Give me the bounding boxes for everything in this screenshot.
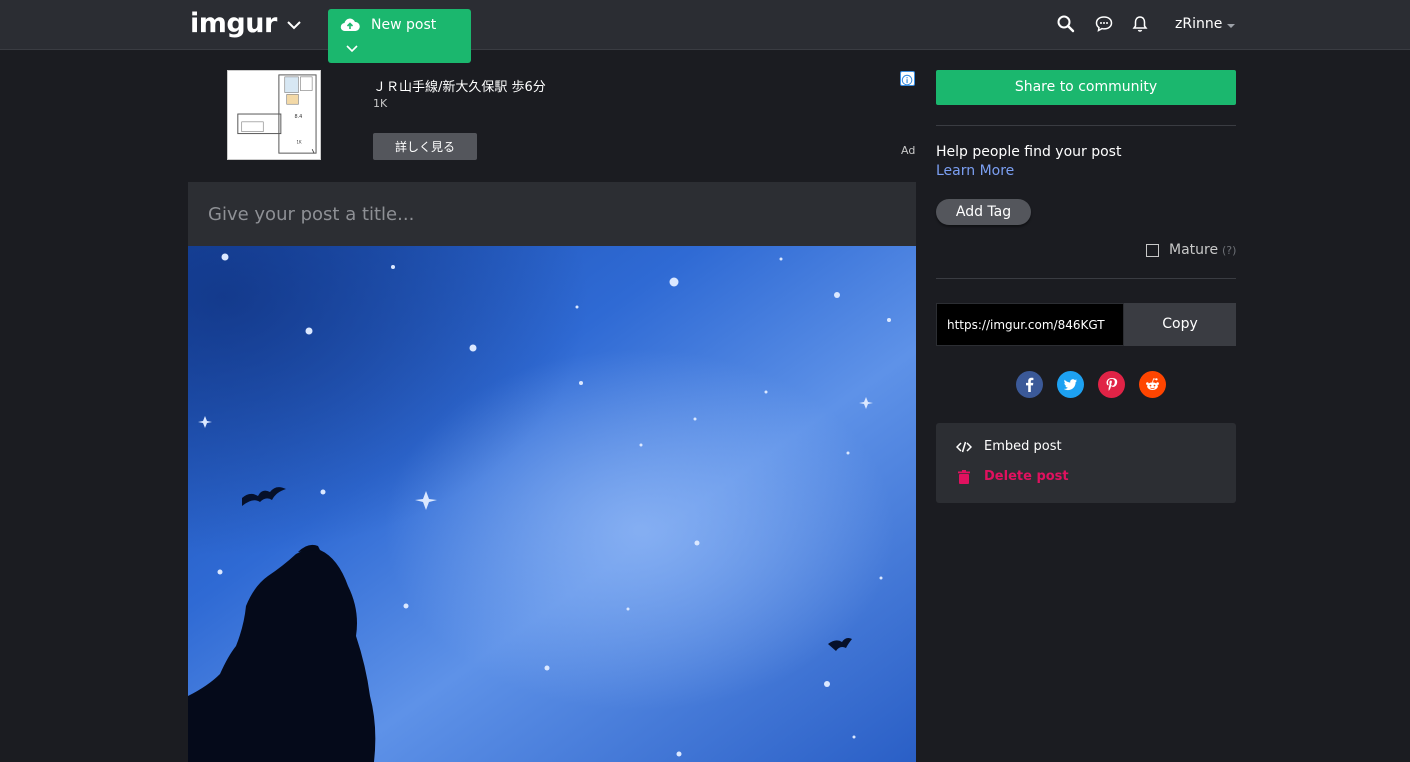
ad-banner[interactable]: 8.4 1K ＪＲ山手線/新大久保駅 歩6分 1K 詳しく見る Ad [188, 62, 916, 166]
cloud-upload-icon [340, 18, 360, 32]
ad-views: 1K [373, 97, 388, 110]
share-to-community-button[interactable]: Share to community [936, 70, 1236, 105]
imgur-logo[interactable]: imgur [190, 8, 277, 39]
ad-info-icon[interactable] [900, 71, 915, 86]
night-sky-image [188, 246, 916, 762]
svg-text:1K: 1K [296, 139, 301, 144]
chevron-down-icon[interactable] [346, 42, 358, 54]
svg-text:8.4: 8.4 [295, 114, 303, 120]
mature-checkbox[interactable] [1146, 244, 1159, 257]
pinterest-share-button[interactable] [1098, 371, 1125, 398]
username-menu[interactable]: zRinne [1175, 16, 1222, 32]
twitter-share-button[interactable] [1057, 371, 1084, 398]
chat-icon[interactable] [1094, 14, 1114, 34]
new-post-button[interactable]: New post [328, 9, 471, 63]
ad-title[interactable]: ＪＲ山手線/新大久保駅 歩6分 [373, 76, 546, 95]
chevron-down-icon[interactable] [286, 17, 302, 33]
learn-more-link[interactable]: Learn More [936, 163, 1014, 179]
post-link-field[interactable] [936, 303, 1124, 346]
ad-label: Ad [901, 144, 916, 157]
add-tag-button[interactable]: Add Tag [936, 199, 1031, 225]
reddit-share-button[interactable] [1139, 371, 1166, 398]
floorplan-icon: 8.4 1K [237, 74, 317, 154]
post-actions-menu: Embed post Delete post [936, 423, 1236, 503]
post-title-input[interactable] [188, 182, 916, 246]
divider [936, 278, 1236, 279]
facebook-icon [1016, 371, 1043, 398]
search-icon[interactable] [1056, 14, 1076, 34]
post-image[interactable] [188, 246, 916, 762]
mature-help-link[interactable]: (?) [1222, 244, 1236, 257]
ad-floorplan-image[interactable]: 8.4 1K [227, 70, 321, 160]
embed-post-label: Embed post [984, 439, 1062, 454]
trash-icon [958, 470, 970, 484]
twitter-icon [1057, 371, 1084, 398]
reddit-icon [1139, 371, 1166, 398]
help-text: Help people find your post [936, 144, 1122, 160]
code-icon [956, 441, 972, 453]
top-nav: imgur New post zRinne [0, 0, 1410, 63]
copy-link-button[interactable]: Copy [1124, 303, 1236, 346]
bell-icon[interactable] [1130, 14, 1150, 34]
divider [936, 125, 1236, 126]
pinterest-icon [1098, 371, 1125, 398]
caret-down-icon[interactable] [1227, 24, 1235, 28]
new-post-label: New post [371, 17, 437, 33]
ad-details-button[interactable]: 詳しく見る [373, 133, 477, 160]
delete-post-label: Delete post [984, 469, 1069, 484]
facebook-share-button[interactable] [1016, 371, 1043, 398]
mature-label[interactable]: Mature [1169, 242, 1218, 258]
